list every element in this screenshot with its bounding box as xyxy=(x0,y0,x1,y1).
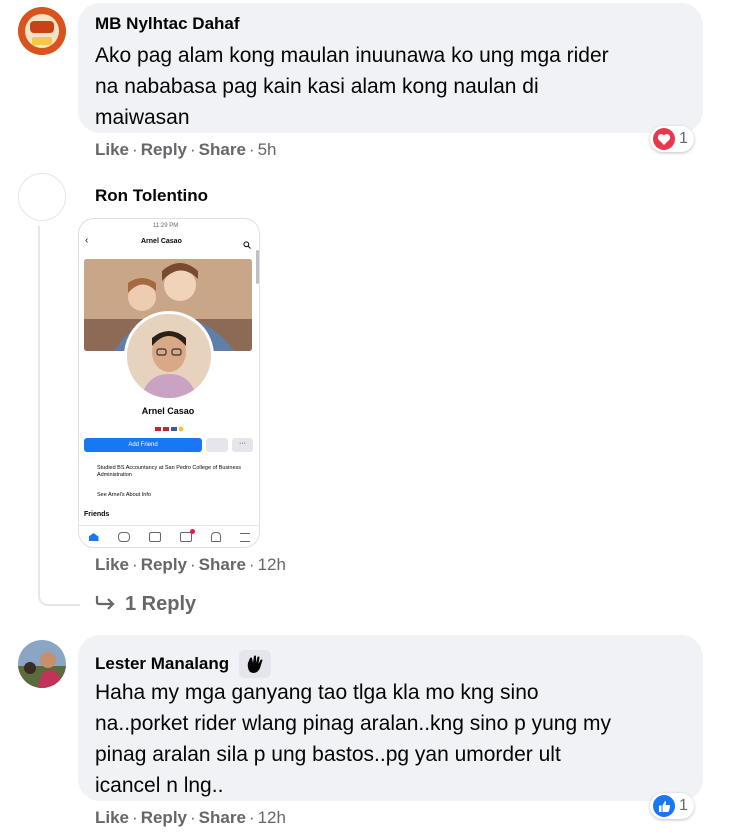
separator: · xyxy=(248,555,255,574)
menu-icon xyxy=(239,532,250,542)
comment-author: Lester Manalang xyxy=(95,650,272,678)
add-friend-label: Add Friend xyxy=(128,442,158,448)
more-button: ··· xyxy=(232,438,253,452)
comment-text: Ako pag alam kong maulan inuunawa ko ung… xyxy=(95,40,609,133)
messenger-button xyxy=(206,438,228,452)
separator: · xyxy=(248,140,255,159)
add-friend-button: Add Friend xyxy=(84,438,202,452)
bottom-nav xyxy=(79,525,259,547)
separator: · xyxy=(190,555,196,574)
reaction-count-value: 1 xyxy=(679,797,688,814)
reaction-count[interactable]: 1 xyxy=(650,793,694,819)
separator: · xyxy=(132,808,138,827)
reply-link[interactable]: Reply xyxy=(141,555,187,574)
profile-header-name: Arnel Casao xyxy=(141,238,182,245)
search-icon xyxy=(243,236,251,254)
author-name[interactable]: Lester Manalang xyxy=(95,654,229,674)
share-link[interactable]: Share xyxy=(199,140,246,159)
like-link[interactable]: Like xyxy=(95,140,129,159)
comment-text-line: na..porket rider wlang pinag aralan..kng… xyxy=(95,712,611,735)
view-replies-label: 1 Reply xyxy=(125,593,197,615)
separator: · xyxy=(190,140,196,159)
comment-text: Haha my mga ganyang tao tlga kla mo kng … xyxy=(95,677,611,801)
scrollbar xyxy=(256,250,259,284)
reaction-count-value: 1 xyxy=(679,130,688,147)
status-time: 11:29 PM xyxy=(153,223,179,229)
reply-arrow-icon xyxy=(95,593,115,616)
reply-link[interactable]: Reply xyxy=(141,140,187,159)
home-icon xyxy=(88,533,99,541)
friends-heading: Friends xyxy=(84,511,110,518)
wave-icon xyxy=(239,650,272,678)
pages-icon xyxy=(179,529,195,542)
comment-author[interactable]: MB Nylhtac Dahaf xyxy=(95,14,240,34)
avatar[interactable] xyxy=(18,640,66,688)
attached-screenshot[interactable]: 11:29 PM ‹ Arnel Casao Arnel Casao Add F… xyxy=(78,218,260,548)
reaction-count[interactable]: 1 xyxy=(650,126,694,152)
like-link[interactable]: Like xyxy=(95,555,129,574)
studied-info: Studied BS Accountancy at San Pedro Coll… xyxy=(97,465,242,478)
comment-text-line: Haha my mga ganyang tao tlga kla mo kng … xyxy=(95,681,539,704)
timestamp[interactable]: 12h xyxy=(258,555,286,574)
thumbs-up-icon xyxy=(653,795,675,817)
separator: · xyxy=(132,140,138,159)
view-replies[interactable]: 1 Reply xyxy=(95,593,196,616)
separator: · xyxy=(190,808,196,827)
avatar[interactable] xyxy=(18,173,66,221)
friends-icon xyxy=(117,532,130,542)
about-link: See Arnel's About Info xyxy=(97,492,151,498)
avatar[interactable] xyxy=(18,7,66,55)
comment-author[interactable]: Ron Tolentino xyxy=(95,186,208,206)
profile-name: Arnel Casao xyxy=(141,406,195,416)
bell-icon xyxy=(210,532,221,542)
comment-actions: Like · Reply · Share · 12h xyxy=(95,808,286,828)
comment-text-line: Ako pag alam kong maulan inuunawa ko ung… xyxy=(95,44,609,67)
separator: · xyxy=(248,808,255,827)
comment-text-line: icancel n lng.. xyxy=(95,774,224,797)
watch-icon xyxy=(148,532,161,542)
reply-link[interactable]: Reply xyxy=(141,808,187,827)
comment-text-line: na nababasa pag kain kasi alam kong naul… xyxy=(95,75,539,98)
share-link[interactable]: Share xyxy=(199,555,246,574)
thread-line xyxy=(38,226,80,606)
comment-actions: Like · Reply · Share · 12h xyxy=(95,555,286,575)
share-link[interactable]: Share xyxy=(199,808,246,827)
heart-icon xyxy=(653,128,675,150)
profile-emoji-row xyxy=(155,419,185,432)
timestamp[interactable]: 5h xyxy=(258,140,277,159)
like-link[interactable]: Like xyxy=(95,808,129,827)
timestamp[interactable]: 12h xyxy=(258,808,286,827)
back-icon: ‹ xyxy=(85,235,89,246)
comment-actions: Like · Reply · Share · 5h xyxy=(95,140,277,160)
comment-text-line: maiwasan xyxy=(95,106,190,129)
separator: · xyxy=(132,555,138,574)
comment-text-line: pinag aralan sila p ung bastos..pg yan u… xyxy=(95,743,561,766)
profile-picture xyxy=(124,311,214,401)
